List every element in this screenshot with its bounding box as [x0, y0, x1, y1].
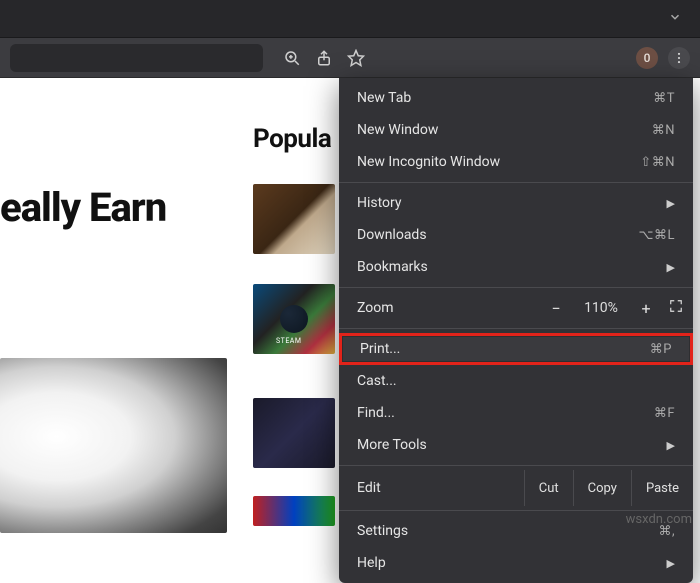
menu-item-label: Edit — [357, 480, 524, 496]
menu-separator — [339, 465, 693, 466]
menu-item-downloads[interactable]: Downloads ⌥⌘L — [339, 219, 693, 251]
chevron-right-icon: ▶ — [667, 439, 675, 452]
menu-item-label: New Incognito Window — [357, 154, 640, 170]
edit-paste-button[interactable]: Paste — [631, 470, 693, 506]
menu-item-label: More Tools — [357, 437, 667, 453]
edit-cut-button[interactable]: Cut — [524, 470, 573, 506]
profile-badge[interactable]: 0 — [636, 47, 658, 69]
menu-item-cast[interactable]: Cast... — [339, 365, 693, 397]
chevron-right-icon: ▶ — [667, 197, 675, 210]
edit-copy-button[interactable]: Copy — [573, 470, 631, 506]
menu-item-shortcut: ⌥⌘L — [639, 228, 675, 243]
menu-item-shortcut: ⌘N — [652, 123, 675, 138]
fullscreen-icon[interactable] — [669, 299, 683, 317]
zoom-value: 110% — [579, 300, 623, 316]
menu-item-more-tools[interactable]: More Tools ▶ — [339, 429, 693, 461]
article-thumbnail[interactable] — [253, 184, 335, 254]
menu-item-label: New Tab — [357, 90, 653, 106]
menu-item-find[interactable]: Find... ⌘F — [339, 397, 693, 429]
article-headline: eally Earn — [0, 184, 166, 231]
menu-item-shortcut: ⌘P — [650, 342, 672, 357]
star-icon[interactable] — [347, 49, 365, 67]
zoom-in-button[interactable]: + — [637, 299, 655, 318]
chevron-down-icon[interactable] — [668, 10, 682, 28]
menu-separator — [339, 510, 693, 511]
menu-item-label: Bookmarks — [357, 259, 667, 275]
menu-item-label: Print... — [360, 341, 650, 357]
section-heading: Popula — [253, 124, 331, 154]
more-menu-button[interactable] — [668, 47, 690, 69]
article-thumbnail[interactable] — [253, 398, 335, 468]
menu-item-label: Zoom — [357, 300, 547, 316]
menu-item-new-tab[interactable]: New Tab ⌘T — [339, 82, 693, 114]
watermark: wsxdn.com — [626, 512, 692, 527]
menu-separator — [339, 182, 693, 183]
menu-item-new-incognito[interactable]: New Incognito Window ⇧⌘N — [339, 146, 693, 178]
steam-logo-icon — [280, 305, 308, 333]
window-titlebar — [0, 0, 700, 38]
menu-item-shortcut: ⇧⌘N — [640, 155, 675, 170]
article-thumbnail[interactable] — [253, 284, 335, 354]
menu-item-label: Settings — [357, 523, 658, 539]
menu-item-edit: Edit Cut Copy Paste — [339, 470, 693, 506]
browser-toolbar: 0 — [0, 38, 700, 78]
menu-item-label: Find... — [357, 405, 654, 421]
zoom-icon[interactable] — [283, 49, 301, 67]
zoom-out-button[interactable]: − — [547, 299, 565, 318]
menu-item-shortcut: ⌘F — [654, 406, 675, 421]
menu-item-help[interactable]: Help ▶ — [339, 547, 693, 579]
menu-item-label: History — [357, 195, 667, 211]
menu-item-print[interactable]: Print... ⌘P — [339, 333, 693, 365]
menu-separator — [339, 328, 693, 329]
chrome-main-menu: New Tab ⌘T New Window ⌘N New Incognito W… — [339, 78, 693, 583]
address-bar[interactable] — [10, 44, 263, 72]
hero-image — [0, 358, 227, 533]
article-thumbnail[interactable] — [253, 496, 335, 526]
menu-item-bookmarks[interactable]: Bookmarks ▶ — [339, 251, 693, 283]
share-icon[interactable] — [315, 49, 333, 67]
menu-item-label: New Window — [357, 122, 652, 138]
chevron-right-icon: ▶ — [667, 261, 675, 274]
menu-item-zoom: Zoom − 110% + — [339, 292, 693, 324]
menu-item-label: Cast... — [357, 373, 675, 389]
menu-item-new-window[interactable]: New Window ⌘N — [339, 114, 693, 146]
menu-item-history[interactable]: History ▶ — [339, 187, 693, 219]
menu-item-label: Downloads — [357, 227, 639, 243]
menu-separator — [339, 287, 693, 288]
menu-item-label: Help — [357, 555, 667, 571]
menu-item-shortcut: ⌘T — [653, 91, 675, 106]
chevron-right-icon: ▶ — [667, 557, 675, 570]
